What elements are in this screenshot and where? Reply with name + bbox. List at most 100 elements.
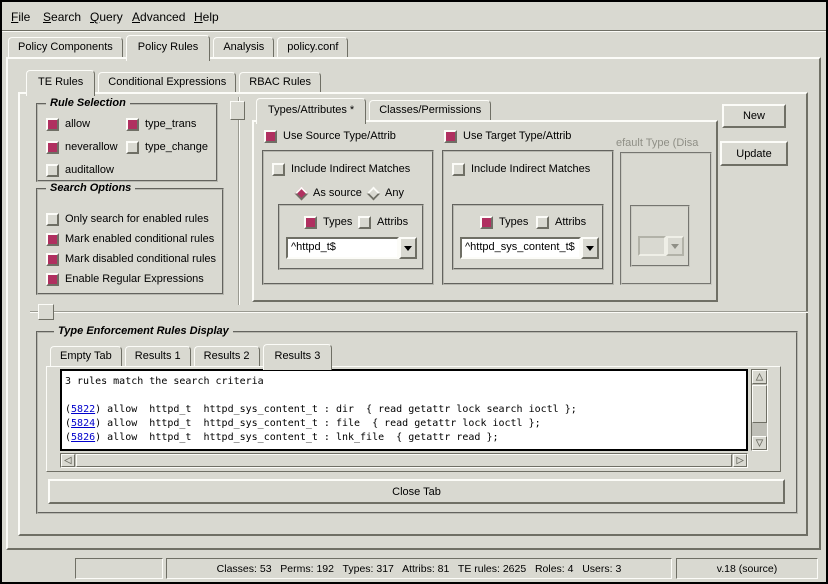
checkbox-mark-disabled-conditional[interactable]: Mark disabled conditional rules bbox=[46, 252, 216, 266]
pane-sash-vertical-handle[interactable] bbox=[230, 101, 245, 120]
source-frame: Include Indirect Matches As source Any T… bbox=[262, 150, 434, 285]
checkbox-mark-enabled-conditional[interactable]: Mark enabled conditional rules bbox=[46, 232, 214, 246]
checkbox-neverallow[interactable]: neverallow bbox=[46, 140, 118, 154]
pane-sash-horizontal-handle[interactable] bbox=[38, 304, 54, 320]
update-button[interactable]: Update bbox=[720, 141, 788, 166]
main-tabbar: Policy Components Policy Rules Analysis … bbox=[8, 35, 351, 57]
tab-conditional-expressions[interactable]: Conditional Expressions bbox=[98, 72, 236, 92]
tab-classes-permissions[interactable]: Classes/Permissions bbox=[369, 100, 491, 120]
checkbox-target-attribs[interactable]: Attribs bbox=[536, 215, 586, 229]
checkbox-label: Attribs bbox=[377, 216, 408, 228]
checkbox-enable-regex[interactable]: Enable Regular Expressions bbox=[46, 272, 204, 286]
menu-item-help[interactable]: Help bbox=[194, 10, 219, 24]
rule-link-5826[interactable]: 5826 bbox=[71, 432, 95, 443]
scroll-up-button[interactable] bbox=[752, 370, 767, 384]
tab-label: Empty Tab bbox=[60, 350, 112, 362]
default-type-dropdown-button bbox=[666, 236, 684, 256]
source-types-frame: Types Attribs ^httpd_t$ bbox=[278, 204, 424, 270]
close-tab-button[interactable]: Close Tab bbox=[48, 479, 785, 504]
checkbox-label: Types bbox=[323, 216, 352, 228]
tab-policy-rules[interactable]: Policy Rules bbox=[126, 35, 211, 61]
checkbox-use-source-type[interactable]: Use Source Type/Attrib bbox=[264, 129, 396, 143]
checkbox-include-indirect-source[interactable]: Include Indirect Matches bbox=[272, 162, 410, 176]
vertical-scrollbar[interactable] bbox=[751, 369, 768, 451]
checkbox-label: Attribs bbox=[555, 216, 586, 228]
tab-label: Conditional Expressions bbox=[108, 76, 226, 88]
checkbox-indicator bbox=[444, 130, 457, 143]
horizontal-scrollbar-thumb[interactable] bbox=[76, 454, 732, 467]
default-type-entry bbox=[638, 236, 666, 256]
checkbox-label: Types bbox=[499, 216, 528, 228]
menu-hotkey: A bbox=[132, 10, 140, 24]
tab-results-2[interactable]: Results 2 bbox=[194, 346, 260, 366]
rule-link-5822[interactable]: 5822 bbox=[71, 404, 95, 415]
tab-label: policy.conf bbox=[287, 41, 338, 53]
tab-rbac-rules[interactable]: RBAC Rules bbox=[239, 72, 321, 92]
tab-empty-tab[interactable]: Empty Tab bbox=[50, 346, 122, 366]
tab-label: TE Rules bbox=[38, 76, 83, 88]
checkbox-source-attribs[interactable]: Attribs bbox=[358, 215, 408, 229]
checkbox-indicator bbox=[480, 216, 493, 229]
checkbox-label: type_trans bbox=[145, 118, 196, 130]
checkbox-target-types[interactable]: Types bbox=[480, 215, 528, 229]
menu-item-query[interactable]: Query bbox=[90, 10, 123, 24]
results-text-area[interactable]: 3 rules match the search criteria (5822)… bbox=[60, 369, 748, 451]
vertical-scrollbar-thumb[interactable] bbox=[752, 385, 767, 423]
radio-any[interactable]: Any bbox=[368, 186, 404, 200]
tab-te-rules[interactable]: TE Rules bbox=[26, 70, 95, 96]
target-type-dropdown-button[interactable] bbox=[581, 237, 599, 259]
checkbox-allow[interactable]: allow bbox=[46, 117, 90, 131]
scroll-down-button[interactable] bbox=[752, 436, 767, 450]
target-type-entry[interactable]: ^httpd_sys_content_t$ bbox=[460, 237, 581, 259]
radio-as-source[interactable]: As source bbox=[296, 186, 362, 200]
checkbox-type-change[interactable]: type_change bbox=[126, 140, 208, 154]
scroll-left-button[interactable] bbox=[61, 454, 75, 467]
checkbox-label: type_change bbox=[145, 141, 208, 153]
menu-item-file[interactable]: File bbox=[11, 10, 30, 24]
checkbox-type-trans[interactable]: type_trans bbox=[126, 117, 196, 131]
scroll-right-button[interactable] bbox=[733, 454, 747, 467]
menubar-separator bbox=[2, 30, 826, 32]
menu-item-advanced[interactable]: Advanced bbox=[132, 10, 185, 24]
pane-sash-horizontal[interactable] bbox=[30, 311, 808, 313]
checkbox-auditallow[interactable]: auditallow bbox=[46, 163, 114, 177]
source-type-dropdown-button[interactable] bbox=[399, 237, 417, 259]
tab-types-attributes[interactable]: Types/Attributes * bbox=[256, 98, 366, 124]
checkbox-indicator bbox=[452, 163, 465, 176]
pane-sash-vertical[interactable] bbox=[238, 97, 240, 305]
tab-policy-conf[interactable]: policy.conf bbox=[277, 37, 348, 57]
checkbox-label: Use Source Type/Attrib bbox=[283, 130, 396, 142]
arrow-down-icon bbox=[755, 439, 764, 447]
status-bar: Classes: 53 Perms: 192 Types: 317 Attrib… bbox=[0, 552, 828, 584]
menu-label: uery bbox=[99, 10, 122, 24]
checkbox-only-enabled-rules[interactable]: Only search for enabled rules bbox=[46, 212, 209, 226]
button-label: Update bbox=[736, 148, 771, 160]
tab-analysis[interactable]: Analysis bbox=[213, 37, 274, 57]
tab-label: Classes/Permissions bbox=[379, 104, 481, 116]
button-label: New bbox=[743, 110, 765, 122]
default-type-combobox bbox=[638, 236, 684, 256]
checkbox-include-indirect-target[interactable]: Include Indirect Matches bbox=[452, 162, 590, 176]
tab-results-3[interactable]: Results 3 bbox=[263, 344, 333, 370]
radio-label: As source bbox=[313, 187, 362, 199]
checkbox-indicator bbox=[46, 164, 59, 177]
tab-policy-components[interactable]: Policy Components bbox=[8, 37, 123, 57]
tab-results-1[interactable]: Results 1 bbox=[125, 346, 191, 366]
results-tabbar: Empty Tab Results 1 Results 2 Results 3 bbox=[50, 344, 335, 366]
new-button[interactable]: New bbox=[722, 104, 786, 128]
checkbox-indicator bbox=[264, 130, 277, 143]
checkbox-source-types[interactable]: Types bbox=[304, 215, 352, 229]
checkbox-indicator bbox=[46, 213, 59, 226]
menu-item-search[interactable]: Search bbox=[43, 10, 81, 24]
combobox-value: ^httpd_sys_content_t$ bbox=[465, 241, 575, 253]
checkbox-use-target-type[interactable]: Use Target Type/Attrib bbox=[444, 129, 571, 143]
chevron-down-icon bbox=[586, 246, 594, 251]
app-window: File Search Query Advanced Help Policy C… bbox=[0, 0, 828, 584]
search-options-group: Search Options Only search for enabled r… bbox=[36, 188, 224, 295]
chevron-down-icon bbox=[671, 244, 679, 249]
checkbox-indicator bbox=[46, 253, 59, 266]
menu-hotkey: S bbox=[43, 10, 51, 24]
rule-link-5824[interactable]: 5824 bbox=[71, 418, 95, 429]
source-type-entry[interactable]: ^httpd_t$ bbox=[286, 237, 399, 259]
horizontal-scrollbar[interactable] bbox=[60, 453, 748, 468]
